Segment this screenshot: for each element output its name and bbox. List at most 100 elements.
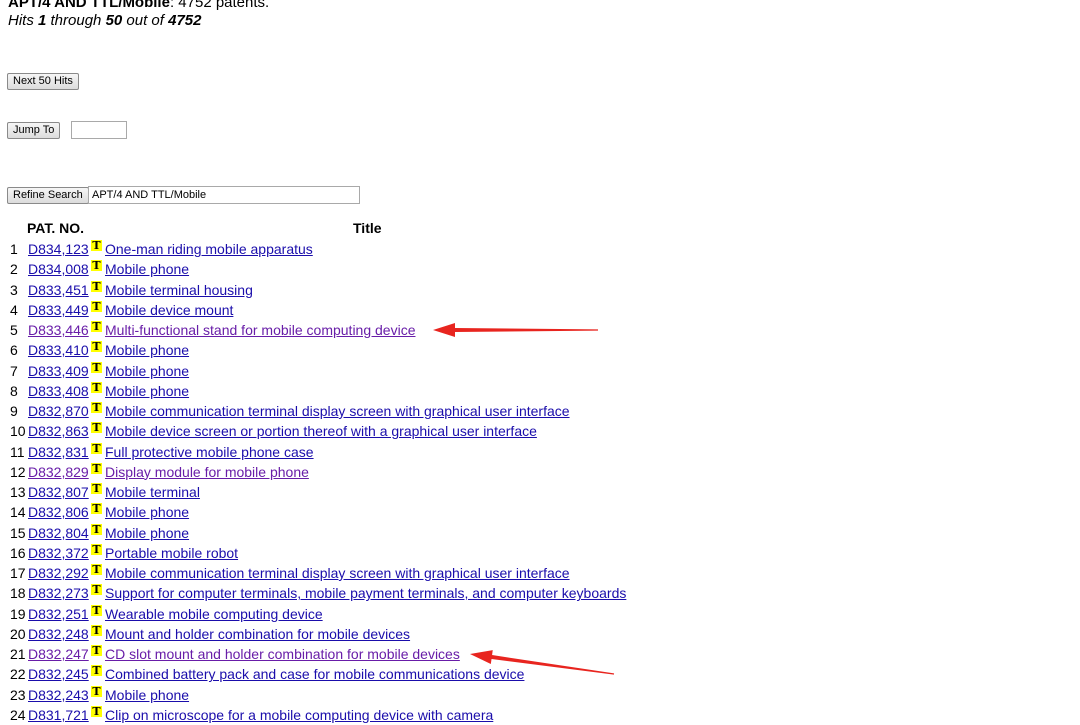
hits-summary: Hits 1 through 50 out of 4752 <box>8 12 202 29</box>
query-text: APT/4 AND TTL/Mobile <box>8 0 170 11</box>
row-number: 2 <box>10 261 18 278</box>
text-icon: T <box>91 623 102 637</box>
row-number: 22 <box>10 666 26 683</box>
text-icon: T <box>91 482 102 495</box>
patent-number-link[interactable]: D832,292 <box>28 563 89 583</box>
row-number: 15 <box>10 524 26 541</box>
patent-title-link[interactable]: Support for computer terminals, mobile p… <box>105 583 626 603</box>
patent-title-link[interactable]: Mobile phone <box>105 381 189 401</box>
patent-title-link[interactable]: Full protective mobile phone case <box>105 442 314 462</box>
patent-number-link[interactable]: D834,008 <box>28 259 89 279</box>
text-icon: T <box>91 542 102 556</box>
text-icon: T <box>91 502 102 516</box>
patent-title-link[interactable]: Mobile device screen or portion thereof … <box>105 421 537 441</box>
patent-number-link[interactable]: D832,273 <box>28 583 89 603</box>
row-number: 11 <box>10 443 25 460</box>
patent-title-link[interactable]: Multi-functional stand for mobile comput… <box>105 320 416 340</box>
patent-title-link[interactable]: Mount and holder combination for mobile … <box>105 624 410 644</box>
text-icon: T <box>91 340 102 354</box>
row-number: 23 <box>10 686 26 703</box>
patent-number-link[interactable]: D833,449 <box>28 300 89 320</box>
row-number: 1 <box>10 241 18 257</box>
patent-title-link[interactable]: Mobile communication terminal display sc… <box>105 401 570 421</box>
patent-title-link[interactable]: Mobile terminal housing <box>105 280 253 300</box>
row-number: 3 <box>10 281 18 298</box>
patent-number-link[interactable]: D832,248 <box>28 624 89 644</box>
text-icon: T <box>91 461 102 475</box>
patent-number-link[interactable]: D833,410 <box>28 340 89 360</box>
row-number: 10 <box>10 423 26 440</box>
text-icon: T <box>91 644 102 657</box>
patent-title-link[interactable]: Mobile device mount <box>105 300 233 320</box>
patent-title-link[interactable]: Wearable mobile computing device <box>105 604 323 624</box>
text-icon: T <box>91 522 102 536</box>
patent-number-link[interactable]: D832,806 <box>28 502 89 522</box>
hits-out: out of <box>122 12 169 29</box>
row-number: 5 <box>10 322 18 338</box>
row-number: 4 <box>10 301 18 318</box>
text-icon: T <box>91 441 102 455</box>
row-number: 20 <box>10 625 26 642</box>
patent-title-link[interactable]: Mobile phone <box>105 361 189 381</box>
next-50-hits-button[interactable]: Next 50 Hits <box>7 73 79 90</box>
row-number: 17 <box>10 565 26 581</box>
patent-number-link[interactable]: D832,243 <box>28 685 89 705</box>
patent-title-link[interactable]: Display module for mobile phone <box>105 462 309 482</box>
refine-search-input[interactable] <box>88 186 360 204</box>
patent-number-link[interactable]: D833,451 <box>28 280 89 300</box>
row-number: 16 <box>10 544 26 561</box>
text-icon: T <box>91 664 102 678</box>
patent-title-link[interactable]: Combined battery pack and case for mobil… <box>105 664 524 684</box>
patent-number-link[interactable]: D832,804 <box>28 523 89 543</box>
row-number: 9 <box>10 403 18 419</box>
column-header-title: Title <box>353 220 382 236</box>
row-number: 19 <box>10 605 26 622</box>
text-icon: T <box>91 401 102 414</box>
patent-number-link[interactable]: D833,408 <box>28 381 89 401</box>
patent-title-link[interactable]: Mobile phone <box>105 502 189 522</box>
patent-number-link[interactable]: D832,372 <box>28 543 89 563</box>
patent-title-link[interactable]: One-man riding mobile apparatus <box>105 239 313 259</box>
query-count: : 4752 patents. <box>169 0 270 11</box>
patent-title-link[interactable]: Mobile phone <box>105 685 189 705</box>
row-number: 6 <box>10 342 18 359</box>
query-summary: APT/4 AND TTL/Mobile: 4752 patents. <box>8 0 269 11</box>
text-icon: T <box>91 239 102 252</box>
patent-number-link[interactable]: D834,123 <box>28 239 89 259</box>
patent-number-link[interactable]: D832,831 <box>28 442 89 462</box>
hits-prefix: Hits <box>8 12 38 29</box>
patent-number-link[interactable]: D833,446 <box>28 320 89 340</box>
patent-title-link[interactable]: Mobile communication terminal display sc… <box>105 563 570 583</box>
text-icon: T <box>91 259 102 273</box>
row-number: 8 <box>10 382 18 399</box>
patent-title-link[interactable]: Mobile phone <box>105 340 189 360</box>
text-icon: T <box>91 603 102 617</box>
hits-total: 4752 <box>168 12 202 29</box>
patent-number-link[interactable]: D832,863 <box>28 421 89 441</box>
row-number: 13 <box>10 484 26 500</box>
row-number: 18 <box>10 585 26 602</box>
patent-number-link[interactable]: D832,870 <box>28 401 89 421</box>
patent-title-link[interactable]: Mobile phone <box>105 259 189 279</box>
patent-title-link[interactable]: Mobile phone <box>105 523 189 543</box>
patent-number-link[interactable]: D832,251 <box>28 604 89 624</box>
patent-title-link[interactable]: CD slot mount and holder combination for… <box>105 644 460 664</box>
patent-title-link[interactable]: Portable mobile robot <box>105 543 238 563</box>
patent-number-link[interactable]: D832,807 <box>28 482 89 502</box>
row-number: 12 <box>10 463 26 480</box>
text-icon: T <box>91 360 102 374</box>
patent-title-link[interactable]: Mobile terminal <box>105 482 200 502</box>
jump-to-button[interactable]: Jump To <box>7 122 61 139</box>
patent-number-link[interactable]: D832,247 <box>28 644 89 664</box>
text-icon: T <box>91 563 102 576</box>
patent-number-link[interactable]: D832,829 <box>28 462 89 482</box>
row-number: 14 <box>10 504 26 521</box>
text-icon: T <box>91 320 102 333</box>
text-icon: T <box>91 380 102 394</box>
patent-number-link[interactable]: D833,409 <box>28 361 89 381</box>
hits-to: 50 <box>105 12 123 29</box>
text-icon: T <box>91 704 102 718</box>
refine-search-button[interactable]: Refine Search <box>7 187 89 204</box>
patent-number-link[interactable]: D832,245 <box>28 664 89 684</box>
jump-to-input[interactable] <box>71 121 127 139</box>
